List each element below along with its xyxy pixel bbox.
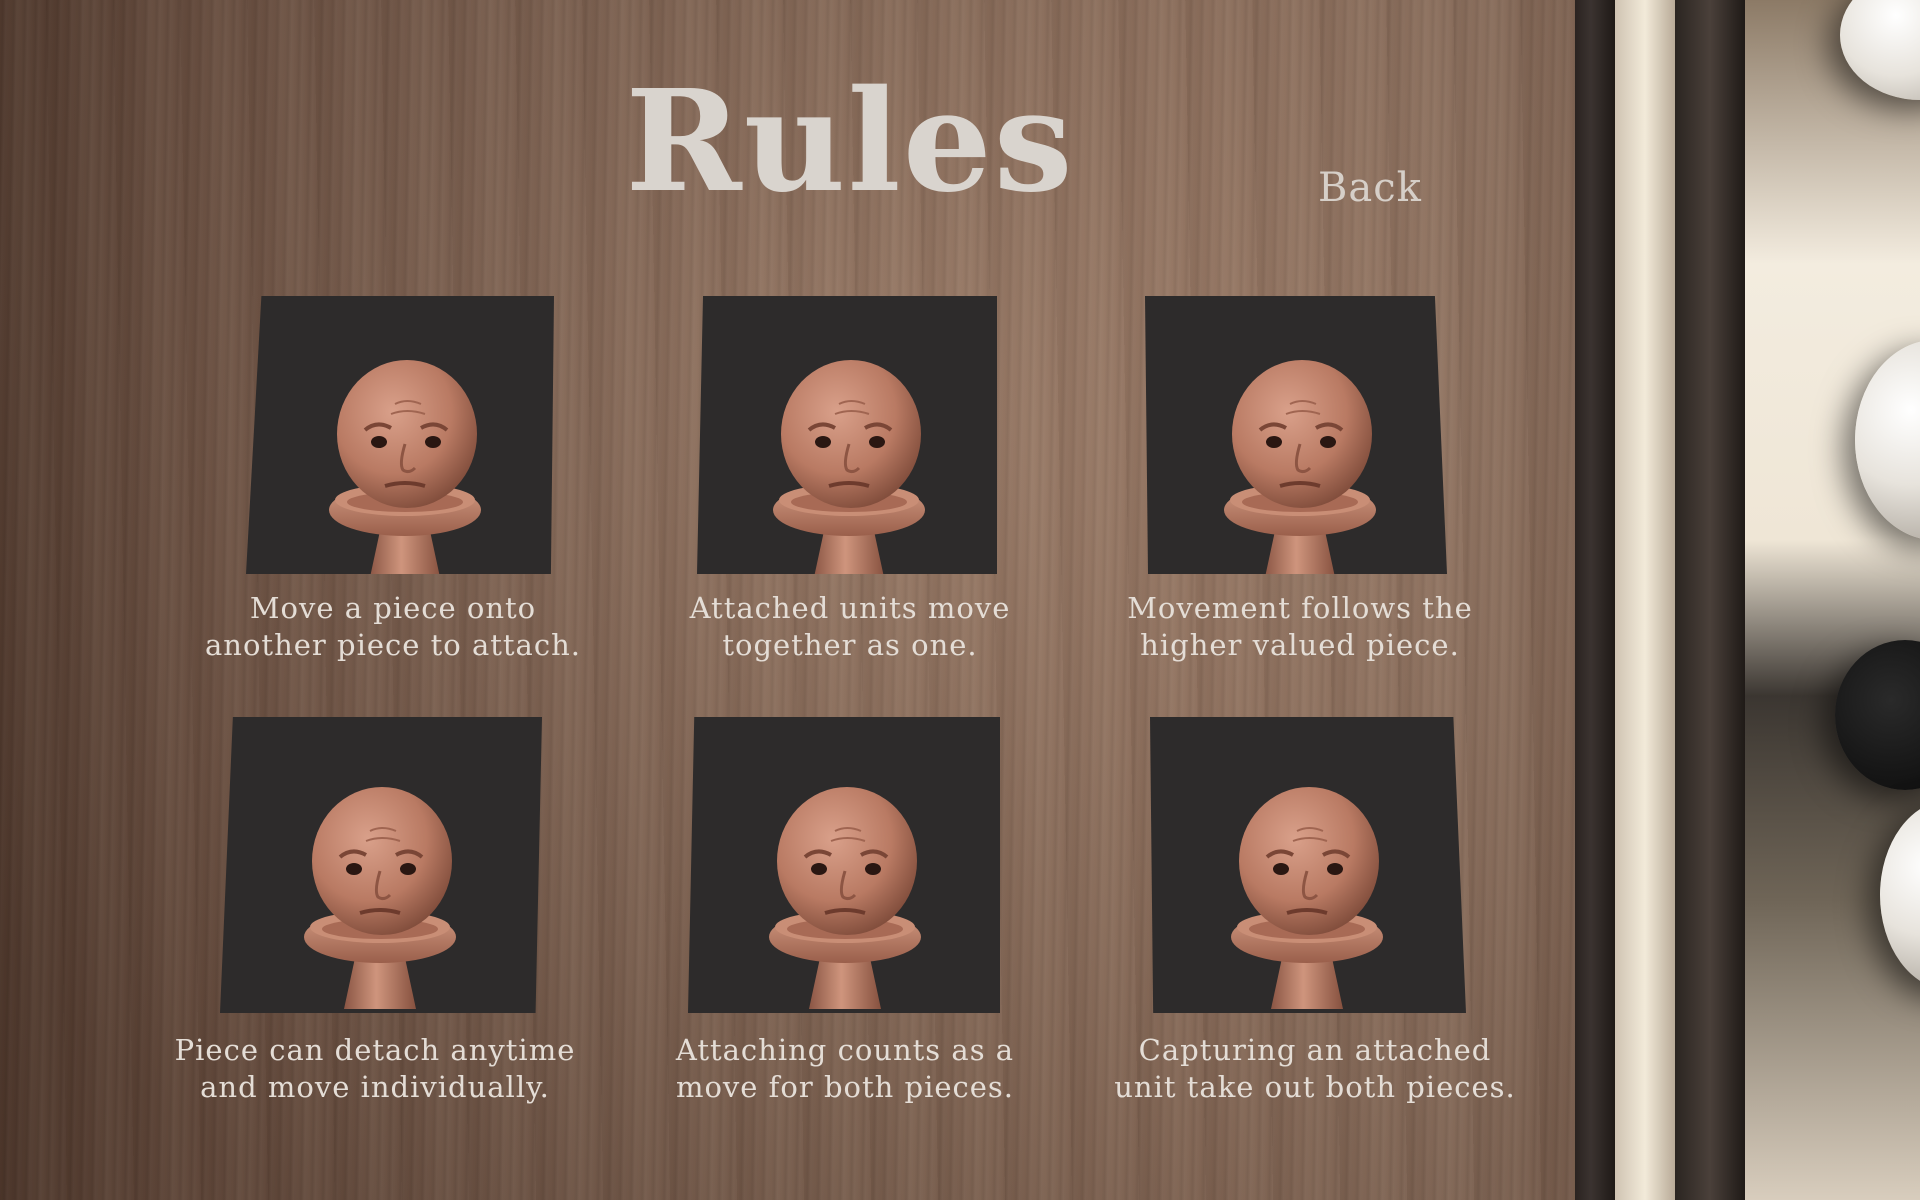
dark-piece-shadow [1835,640,1920,790]
white-piece-bottom [1880,800,1920,990]
rule-caption-5-line1: Attaching counts as a [675,1033,1015,1067]
rule-caption-1-line2: another piece to attach. [205,628,581,662]
rule-caption-6-line2: unit take out both pieces. [1114,1070,1516,1104]
title-text: Rules [625,60,1075,224]
rule-caption-3-line2: higher valued piece. [1140,628,1460,662]
rule-caption-3-line1: Movement follows the [1127,591,1473,625]
chess-pawn-face-icon [1220,352,1380,574]
rule-caption-2-line2: together as one. [722,628,978,662]
game-scene: Rules Back Move a piece onto another pie… [0,0,1920,1200]
rule-caption-5-line2: move for both pieces. [675,1070,1015,1104]
rule-caption-2: Attached units move together as one. [640,590,1060,664]
page-title: Rules [0,62,1700,222]
chess-pawn-face-icon [325,352,485,574]
chess-pawn-face-icon [769,352,929,574]
rule-image-5 [688,717,1000,1013]
rule-caption-1: Move a piece onto another piece to attac… [175,590,611,664]
rule-caption-4-line1: Piece can detach anytime [174,1033,576,1067]
chess-pawn-face-icon [765,779,925,1009]
rule-caption-3: Movement follows the higher valued piece… [1082,590,1518,664]
rule-caption-6: Capturing an attached unit take out both… [1080,1032,1550,1106]
rule-caption-6-line1: Capturing an attached [1138,1033,1492,1067]
rule-caption-4-line2: and move individually. [200,1070,550,1104]
rule-caption-2-line1: Attached units move [689,591,1011,625]
rule-caption-4: Piece can detach anytime and move indivi… [140,1032,610,1106]
background-shelf [1745,0,1920,1200]
white-piece-middle [1855,340,1920,540]
chess-pawn-face-icon [1227,779,1387,1009]
rule-image-6 [1150,717,1466,1013]
back-button[interactable]: Back [1318,165,1422,211]
white-piece-top [1840,0,1920,100]
rule-caption-5: Attaching counts as a move for both piec… [630,1032,1060,1106]
rule-image-2 [697,296,997,574]
rule-image-3 [1145,296,1447,574]
rule-image-1 [246,296,554,574]
rule-caption-1-line1: Move a piece onto [249,591,537,625]
chess-pawn-face-icon [300,779,460,1009]
rule-image-4 [220,717,542,1013]
